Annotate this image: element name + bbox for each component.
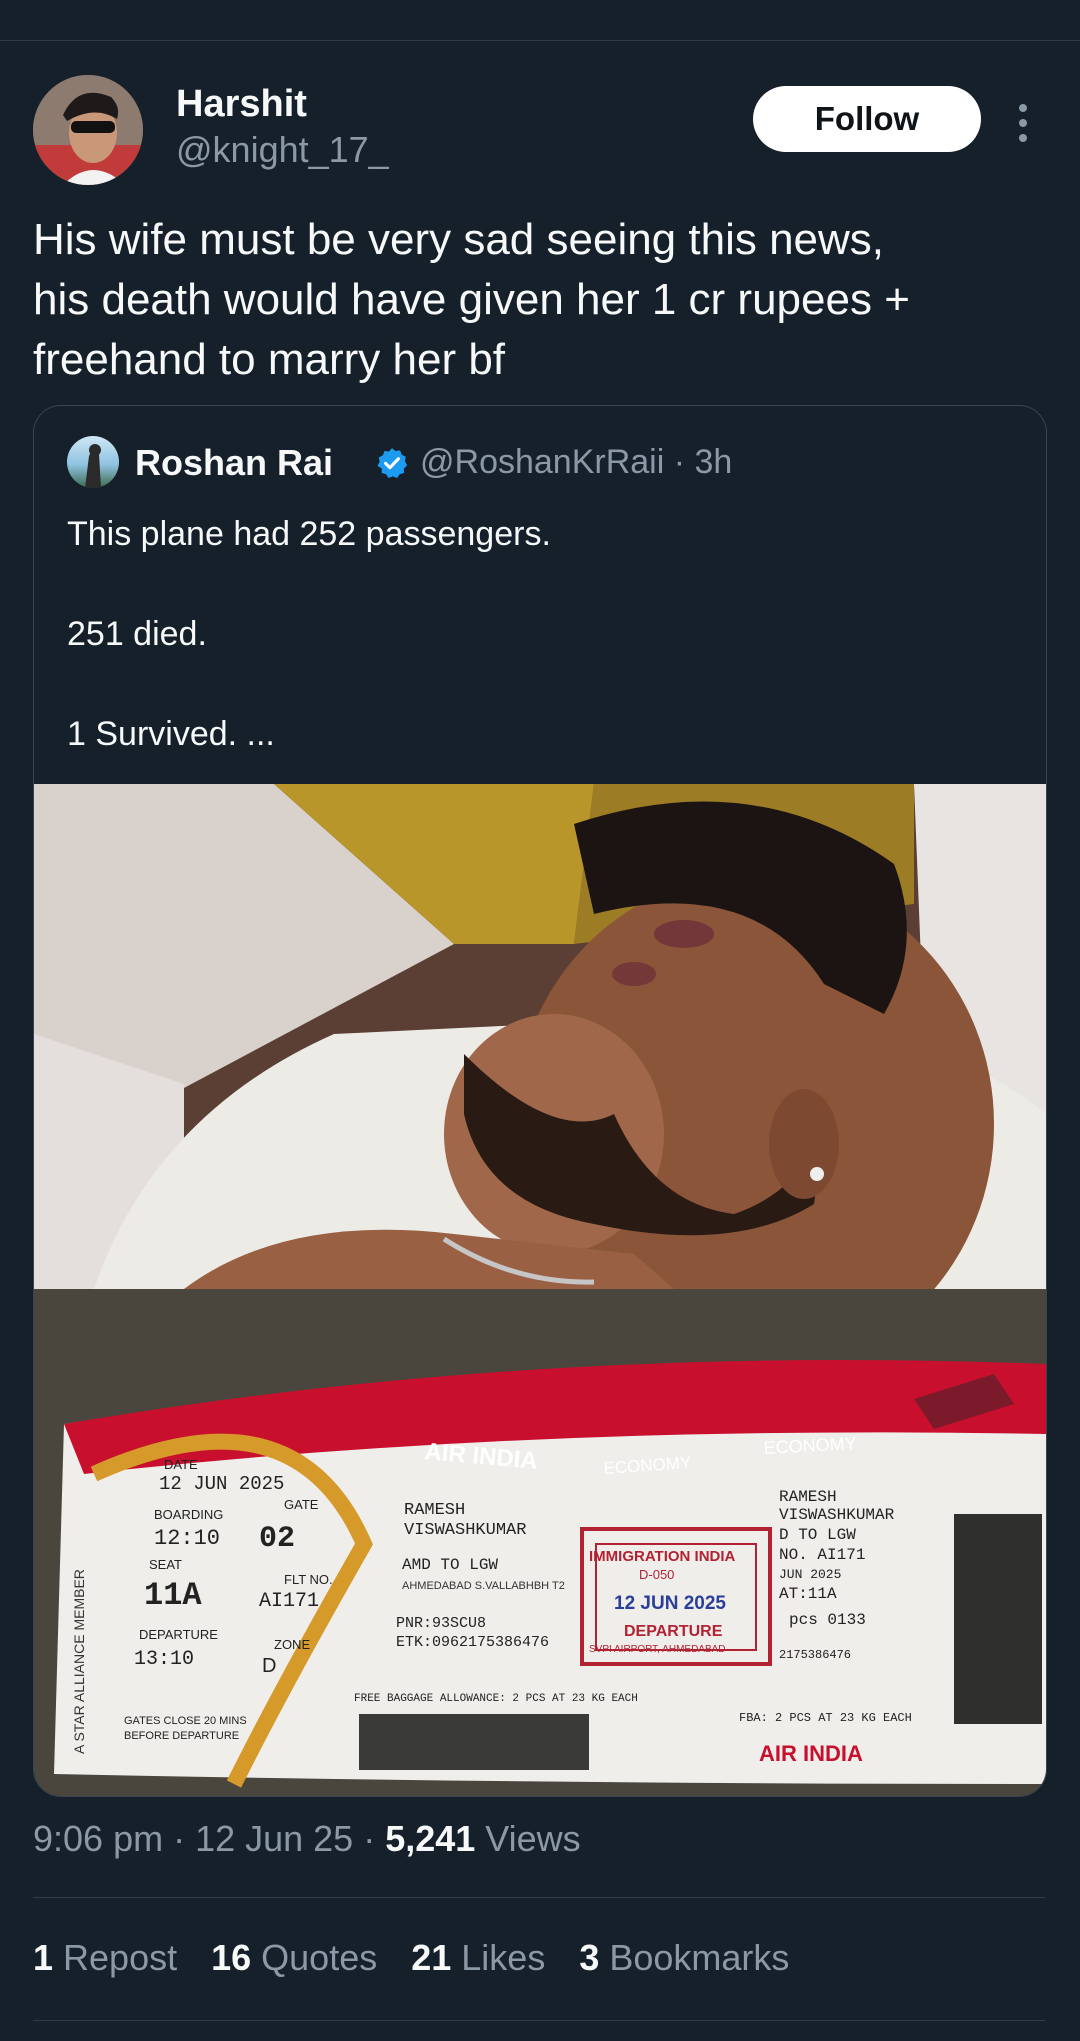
ticket-stub-fba: FBA: 2 PCS AT 23 KG EACH	[739, 1711, 912, 1725]
ticket-gate-label: GATE	[284, 1497, 319, 1512]
ticket-gates-close-1: GATES CLOSE 20 MINS	[124, 1715, 247, 1727]
stamp-line-5: SVPI AIRPORT, AHMEDABAD	[589, 1644, 726, 1655]
quoted-author-avatar	[67, 436, 119, 488]
views-count: 5,241	[385, 1818, 476, 1859]
views-label: Views	[475, 1818, 581, 1859]
ticket-zone-label: ZONE	[274, 1637, 310, 1652]
ticket-stub-passenger-1: RAMESH	[779, 1488, 837, 1506]
ticket-zone: D	[262, 1655, 276, 1677]
quotes-count: 16	[211, 1937, 252, 1978]
ticket-stub-etk: 2175386476	[779, 1648, 851, 1662]
post-timestamp[interactable]: 9:06 pm · 12 Jun 25 ·	[33, 1818, 385, 1859]
ticket-from-to: AMD TO LGW	[402, 1556, 498, 1574]
ticket-stub-route: D TO LGW	[779, 1526, 856, 1544]
ticket-passenger-2: VISWASHKUMAR	[404, 1521, 526, 1540]
bookmarks-stat[interactable]: 3 Bookmarks	[579, 1937, 789, 1979]
ticket-alliance: A STAR ALLIANCE MEMBER	[71, 1569, 87, 1754]
stamp-line-2: D-050	[639, 1567, 674, 1582]
ticket-flight: AI171	[259, 1590, 319, 1613]
quoted-post-header: Roshan Rai @RoshanKrRaii · 3h	[67, 436, 1027, 488]
quoted-post[interactable]: Roshan Rai @RoshanKrRaii · 3h This plane…	[33, 405, 1047, 1797]
ticket-stub-passenger-2: VISWASHKUMAR	[779, 1506, 895, 1524]
ticket-stub-flight: NO. AI171	[779, 1546, 865, 1564]
ticket-boarding-label: BOARDING	[154, 1507, 223, 1522]
engagement-stats: 1 Repost 16 Quotes 21 Likes 3 Bookmarks	[33, 1937, 789, 1979]
ticket-gates-close-2: BEFORE DEPARTURE	[124, 1730, 239, 1742]
more-options-icon[interactable]	[1008, 93, 1038, 153]
follow-button[interactable]: Follow	[753, 86, 981, 152]
ticket-stub-seat: AT:11A	[779, 1585, 837, 1603]
quoted-author-handle: @RoshanKrRaii · 3h	[420, 443, 733, 481]
bookmarks-label: Bookmarks	[609, 1937, 790, 1978]
top-divider	[0, 40, 1080, 41]
ticket-departure: 13:10	[134, 1648, 194, 1671]
post-author: Harshit @knight_17_ Follow	[33, 75, 1053, 185]
quotes-stat[interactable]: 16 Quotes	[211, 1937, 377, 1979]
author-avatar[interactable]	[33, 75, 143, 185]
ticket-stub-airline: AIR INDIA	[759, 1741, 863, 1766]
ticket-baggage: FREE BAGGAGE ALLOWANCE: 2 PCS AT 23 KG E…	[354, 1693, 638, 1705]
quoted-author-name: Roshan Rai	[135, 442, 334, 483]
ticket-passenger-1: RAMESH	[404, 1501, 465, 1520]
quoted-post-text: This plane had 252 passengers. 251 died.…	[67, 515, 551, 753]
reposts-label: Repost	[63, 1937, 178, 1978]
ticket-departure-label: DEPARTURE	[139, 1627, 218, 1642]
ticket-from-airport: AHMEDABAD S.VALLABHBH T2	[402, 1580, 565, 1592]
bookmarks-count: 3	[579, 1937, 600, 1978]
ticket-boarding: 12:10	[154, 1526, 220, 1551]
ticket-stub-date: JUN 2025	[779, 1567, 841, 1582]
ticket-stub-pcs: pcs 0133	[789, 1611, 866, 1629]
author-handle[interactable]: @knight_17_	[176, 129, 389, 171]
likes-label: Likes	[461, 1937, 546, 1978]
stamp-line-4: DEPARTURE	[624, 1623, 723, 1640]
stamp-line-3: 12 JUN 2025	[614, 1593, 726, 1614]
author-name[interactable]: Harshit	[176, 83, 307, 126]
ticket-etk: ETK:0962175386476	[396, 1634, 549, 1651]
reposts-stat[interactable]: 1 Repost	[33, 1937, 177, 1979]
quoted-post-media[interactable]: AIR INDIA ECONOMY ECONOMY DATE 12 JUN 20…	[34, 784, 1046, 1796]
ticket-seat-label: SEAT	[149, 1557, 182, 1572]
likes-count: 21	[411, 1937, 452, 1978]
ticket-gate: 02	[259, 1522, 295, 1556]
likes-stat[interactable]: 21 Likes	[411, 1937, 545, 1979]
quotes-label: Quotes	[261, 1937, 378, 1978]
hospital-photo	[34, 784, 1046, 1374]
ticket-date: 12 JUN 2025	[159, 1473, 284, 1495]
reposts-count: 1	[33, 1937, 54, 1978]
divider	[33, 2020, 1045, 2021]
divider	[33, 1897, 1045, 1898]
ticket-date-label: DATE	[164, 1457, 198, 1472]
verified-badge-icon	[377, 448, 408, 479]
ticket-flt-label: FLT NO.	[284, 1572, 333, 1587]
ticket-seat: 11A	[144, 1577, 202, 1614]
ticket-pnr: PNR:93SCU8	[396, 1615, 486, 1632]
stamp-line-1: IMMIGRATION INDIA	[589, 1548, 736, 1565]
post-text: His wife must be very sad seeing this ne…	[33, 215, 910, 384]
post-meta: 9:06 pm · 12 Jun 25 · 5,241 Views	[33, 1818, 581, 1860]
